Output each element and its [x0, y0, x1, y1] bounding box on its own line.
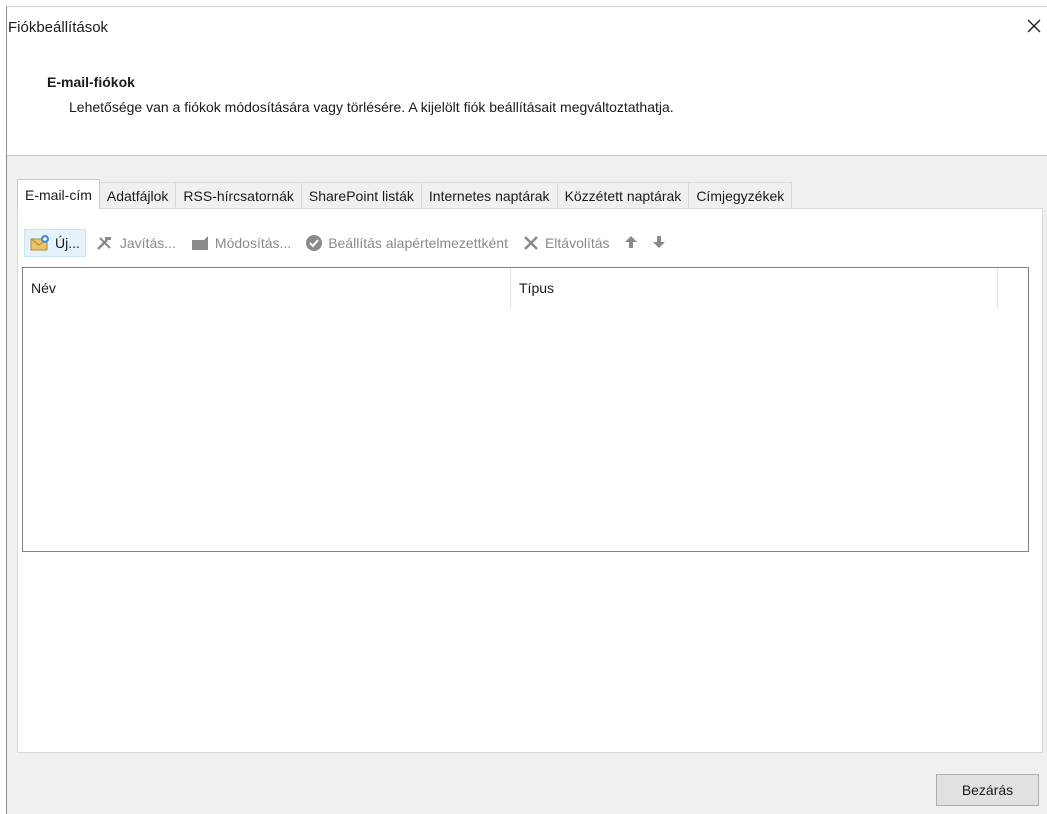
window-title: Fiókbeállítások — [8, 19, 109, 36]
column-divider[interactable] — [997, 268, 998, 308]
tab-content-email: Új... Javítás... Módosítás... Beállítás … — [17, 208, 1043, 753]
account-toolbar: Új... Javítás... Módosítás... Beállítás … — [24, 229, 675, 257]
list-header: Név Típus — [23, 268, 1028, 312]
close-window-button[interactable] — [1021, 15, 1047, 39]
section-heading: E-mail-fiókok — [47, 74, 135, 90]
arrow-up-icon — [624, 234, 638, 253]
tab-internet-calendars[interactable]: Internetes naptárak — [420, 182, 558, 209]
set-default-button[interactable]: Beállítás alapértelmezettként — [300, 229, 513, 257]
wrench-hammer-icon — [95, 234, 115, 252]
arrow-down-icon — [652, 234, 666, 253]
envelope-new-icon — [30, 234, 50, 252]
tab-data-files[interactable]: Adatfájlok — [98, 182, 177, 209]
section-description: Lehetősége van a fiókok módosítására vag… — [69, 99, 674, 115]
tab-sharepoint-lists[interactable]: SharePoint listák — [300, 182, 422, 209]
checkmark-circle-icon — [305, 234, 323, 252]
move-down-button[interactable] — [647, 229, 671, 257]
new-account-button[interactable]: Új... — [24, 229, 86, 257]
dialog-body: E-mail-cím Adatfájlok RSS-hírcsatornák S… — [7, 155, 1047, 814]
tab-rss-feeds[interactable]: RSS-hírcsatornák — [175, 182, 302, 209]
tab-address-books[interactable]: Címjegyzékek — [688, 182, 793, 209]
tab-strip: E-mail-cím Adatfájlok RSS-hírcsatornák S… — [17, 179, 1047, 209]
tab-email[interactable]: E-mail-cím — [17, 179, 100, 209]
repair-button[interactable]: Javítás... — [90, 229, 181, 257]
new-account-label: Új... — [55, 235, 80, 251]
column-header-name[interactable]: Név — [31, 280, 56, 296]
set-default-label: Beállítás alapértelmezettként — [328, 235, 508, 251]
remove-label: Eltávolítás — [544, 235, 610, 251]
tab-published-calendars[interactable]: Közzétett naptárak — [556, 182, 690, 209]
repair-label: Javítás... — [119, 235, 176, 251]
close-button[interactable]: Bezárás — [936, 774, 1039, 806]
move-up-button[interactable] — [619, 229, 643, 257]
remove-button[interactable]: Eltávolítás — [517, 229, 615, 257]
change-button[interactable]: Módosítás... — [185, 229, 296, 257]
account-list[interactable]: Név Típus — [22, 267, 1029, 552]
column-header-type[interactable]: Típus — [519, 280, 554, 296]
change-label: Módosítás... — [214, 235, 292, 251]
column-divider[interactable] — [510, 268, 511, 308]
account-settings-dialog: Fiókbeállítások E-mail-fiókok Lehetősége… — [6, 6, 1047, 814]
close-icon — [1026, 18, 1042, 37]
edit-icon — [190, 234, 210, 252]
x-remove-icon — [522, 234, 540, 252]
